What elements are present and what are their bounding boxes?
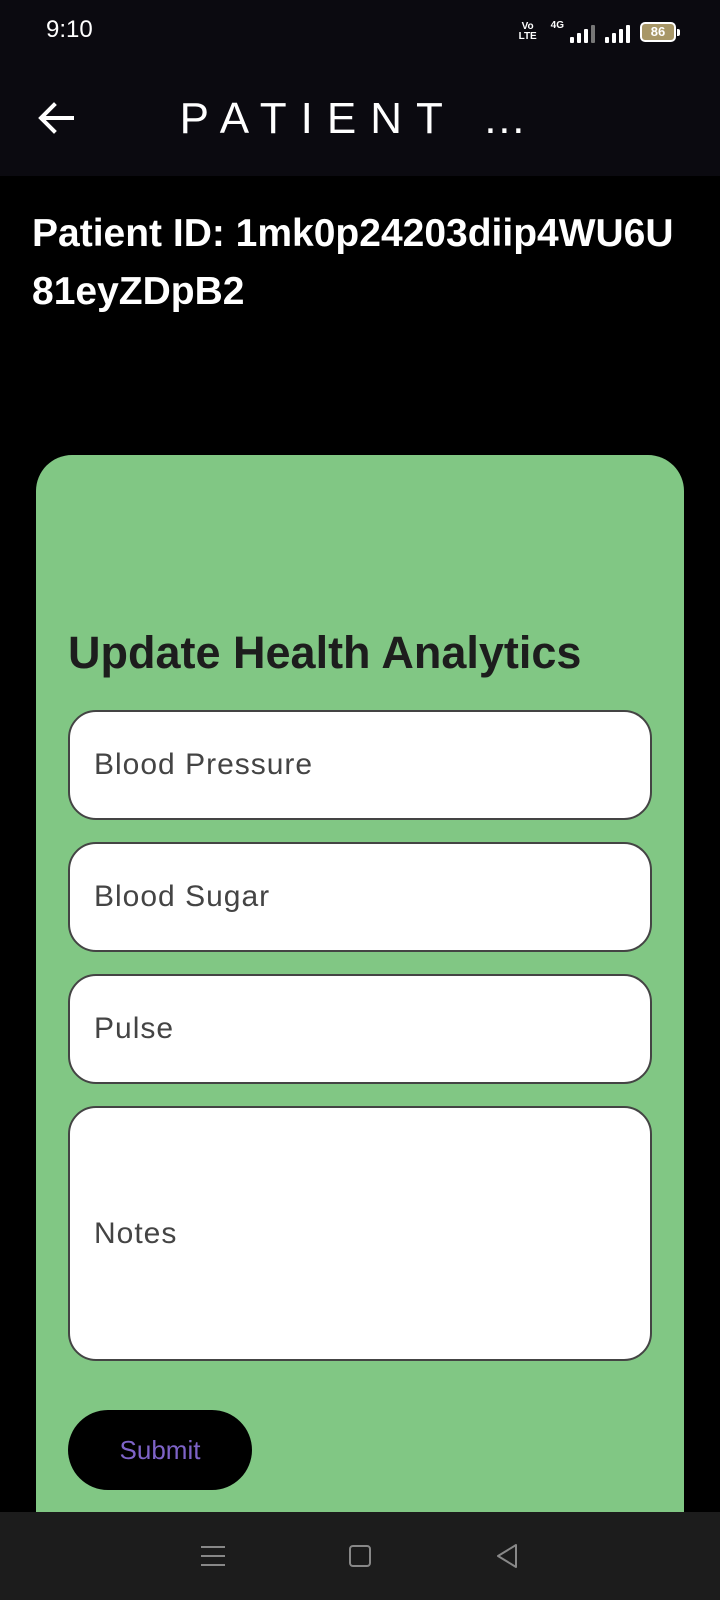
signal-sim1-icon — [570, 21, 595, 43]
notes-field[interactable] — [68, 1106, 652, 1361]
page-title: PATIENT … — [179, 94, 541, 143]
back-triangle-icon — [496, 1544, 517, 1568]
pulse-input[interactable] — [94, 1012, 650, 1046]
blood-sugar-input[interactable] — [94, 880, 650, 914]
form-title: Update Health Analytics — [68, 627, 582, 678]
submit-button[interactable]: Submit — [68, 1410, 252, 1490]
home-square-icon — [348, 1545, 371, 1567]
status-time: 9:10 — [46, 16, 93, 43]
battery-icon: 86 — [640, 21, 680, 42]
menu-icon — [201, 1546, 226, 1566]
volte-icon: Vo LTE — [518, 20, 537, 42]
system-nav-bar — [0, 1512, 720, 1600]
health-analytics-card: Update Health Analytics Submit — [36, 455, 684, 1600]
blood-pressure-input[interactable] — [94, 748, 650, 782]
status-icons: Vo LTE 4G 86 — [515, 20, 680, 43]
nav-home-button[interactable] — [330, 1526, 390, 1586]
blood-pressure-field[interactable] — [68, 710, 652, 820]
status-bar: 9:10 Vo LTE 4G 86 — [0, 0, 720, 64]
nav-back-button[interactable] — [477, 1526, 537, 1586]
signal-sim2-icon — [605, 21, 630, 43]
battery-level: 86 — [650, 24, 666, 39]
notes-input[interactable] — [94, 1216, 650, 1251]
screen: 9:10 Vo LTE 4G 86 PATIENT … Patient ID: … — [0, 0, 720, 1600]
pulse-field[interactable] — [68, 974, 652, 1084]
app-bar: PATIENT … — [0, 64, 720, 176]
blood-sugar-field[interactable] — [68, 842, 652, 952]
network-type-label: 4G — [550, 20, 564, 31]
patient-id-text: Patient ID: 1mk0p24203diip4WU6U81eyZDpB2 — [32, 212, 674, 313]
nav-menu-button[interactable] — [183, 1526, 243, 1586]
